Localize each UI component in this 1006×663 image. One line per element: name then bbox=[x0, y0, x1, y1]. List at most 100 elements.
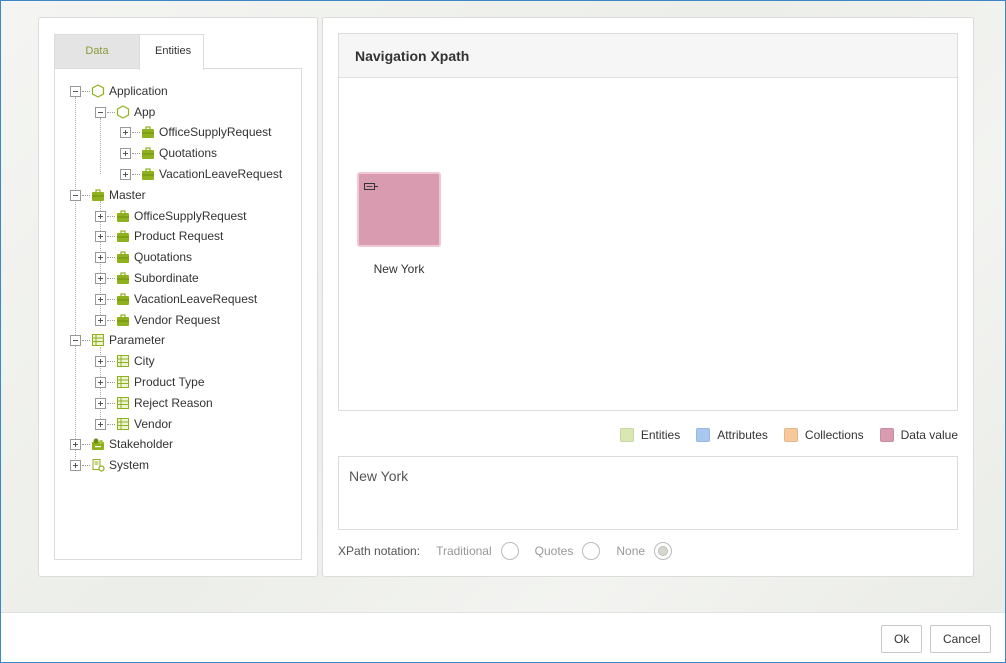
tree-connector bbox=[100, 118, 101, 174]
tree-node-label: Application bbox=[109, 84, 168, 98]
expand-toggle[interactable] bbox=[95, 314, 106, 326]
users-icon bbox=[92, 438, 104, 450]
entities-panel: Data Model Entities Application App bbox=[38, 17, 318, 577]
option-label: Traditional bbox=[436, 544, 492, 558]
option-label: None bbox=[616, 544, 646, 558]
cancel-button[interactable]: Cancel bbox=[930, 625, 991, 653]
tree-node-parameter-item[interactable]: Reject Reason bbox=[95, 393, 213, 413]
collapse-toggle[interactable] bbox=[95, 106, 106, 118]
tree-node-master[interactable]: Master bbox=[70, 185, 146, 205]
briefcase-icon bbox=[117, 210, 129, 222]
tree-node-parameter-item[interactable]: Product Type bbox=[95, 372, 205, 392]
tree-node-label: Quotations bbox=[159, 146, 218, 160]
dialog-footer: Ok Cancel bbox=[1, 612, 1005, 662]
tree-node-entity[interactable]: Quotations bbox=[95, 247, 192, 267]
expand-toggle[interactable] bbox=[120, 126, 131, 138]
expand-toggle[interactable] bbox=[95, 293, 106, 305]
expand-toggle[interactable] bbox=[120, 168, 131, 180]
tab-entities[interactable]: Entities bbox=[139, 34, 204, 70]
tab-data-model[interactable]: Data Model bbox=[54, 34, 139, 90]
collapse-toggle[interactable] bbox=[70, 85, 81, 97]
briefcase-icon bbox=[117, 314, 129, 326]
expand-toggle[interactable] bbox=[95, 251, 106, 263]
tree-node-label: Parameter bbox=[109, 333, 166, 347]
legend-swatch bbox=[879, 428, 894, 442]
collapse-toggle[interactable] bbox=[70, 334, 81, 346]
ok-button[interactable]: Ok bbox=[881, 625, 922, 653]
tree-node-entity[interactable]: VacationLeaveRequest bbox=[120, 164, 282, 184]
expand-toggle[interactable] bbox=[95, 272, 106, 284]
hexagon-icon bbox=[116, 105, 130, 119]
table-icon bbox=[92, 334, 104, 346]
node-label: New York bbox=[373, 262, 425, 276]
collapse-toggle[interactable] bbox=[70, 189, 81, 201]
system-settings-icon bbox=[92, 459, 105, 472]
briefcase-icon bbox=[117, 293, 129, 305]
tree-node-label: VacationLeaveRequest bbox=[159, 167, 283, 181]
xpath-notation: XPath notation: Traditional Quotes None bbox=[338, 542, 688, 560]
dialog-window: Data Model Entities Application App bbox=[0, 0, 1006, 663]
tree-connector bbox=[75, 97, 76, 465]
legend-entities: Entities bbox=[619, 428, 681, 442]
expand-toggle[interactable] bbox=[120, 147, 131, 159]
notation-option-traditional[interactable]: Traditional bbox=[436, 542, 519, 560]
tree-node-entity[interactable]: Vendor Request bbox=[95, 310, 220, 330]
legend-swatch bbox=[696, 428, 711, 442]
expand-toggle[interactable] bbox=[70, 459, 81, 471]
table-icon bbox=[117, 397, 129, 409]
value-tag-icon bbox=[364, 183, 378, 190]
expand-toggle[interactable] bbox=[95, 397, 106, 409]
tree-node-parameter[interactable]: Parameter bbox=[70, 330, 165, 350]
tree-node-entity[interactable]: OfficeSupplyRequest bbox=[95, 206, 247, 226]
tree-node-parameter-item[interactable]: City bbox=[95, 351, 155, 371]
expand-toggle[interactable] bbox=[95, 210, 106, 222]
tree-node-label: Reject Reason bbox=[134, 396, 213, 410]
tree-node-label: Stakeholder bbox=[109, 437, 174, 451]
hexagon-icon bbox=[91, 84, 105, 98]
data-value-node[interactable] bbox=[357, 172, 441, 247]
tree-node-entity[interactable]: OfficeSupplyRequest bbox=[120, 122, 272, 142]
expand-toggle[interactable] bbox=[95, 376, 106, 388]
tree-node-label: App bbox=[134, 105, 156, 119]
tree-node-entity[interactable]: VacationLeaveRequest bbox=[95, 289, 257, 309]
tree-node-label: Quotations bbox=[134, 250, 193, 264]
expand-toggle[interactable] bbox=[95, 418, 106, 430]
tree-node-label: Vendor bbox=[134, 417, 173, 431]
tree-node-application[interactable]: Application bbox=[70, 81, 168, 101]
legend-swatch bbox=[783, 428, 798, 442]
expand-toggle[interactable] bbox=[95, 355, 106, 367]
notation-option-none[interactable]: None bbox=[616, 542, 673, 560]
radio-none[interactable] bbox=[654, 542, 673, 560]
radio-traditional[interactable] bbox=[500, 542, 519, 560]
briefcase-icon bbox=[92, 189, 104, 201]
briefcase-icon bbox=[117, 251, 129, 263]
legend-label: Collections bbox=[804, 428, 864, 442]
tree-node-stakeholder[interactable]: Stakeholder bbox=[70, 434, 173, 454]
legend-label: Entities bbox=[640, 428, 681, 442]
table-icon bbox=[117, 418, 129, 430]
tab-bar: Data Model Entities bbox=[54, 34, 204, 90]
tree-node-label: Vendor Request bbox=[134, 313, 221, 327]
radio-quotes[interactable] bbox=[582, 542, 601, 560]
notation-label: XPath notation: bbox=[338, 544, 421, 558]
tree-node-label: VacationLeaveRequest bbox=[134, 292, 258, 306]
notation-option-quotes[interactable]: Quotes bbox=[535, 542, 601, 560]
tree-node-label: Subordinate bbox=[134, 271, 199, 285]
xpath-result-field[interactable]: New York bbox=[338, 456, 958, 530]
briefcase-icon bbox=[142, 126, 154, 138]
tree-node-system[interactable]: System bbox=[70, 455, 149, 475]
briefcase-icon bbox=[117, 272, 129, 284]
expand-toggle[interactable] bbox=[95, 230, 106, 242]
tree-node-label: System bbox=[109, 458, 150, 472]
tree-node-entity[interactable]: Product Request bbox=[95, 226, 223, 246]
tree-node-label: OfficeSupplyRequest bbox=[134, 209, 247, 223]
tree-node-label: City bbox=[134, 354, 155, 368]
tree-node-parameter-item[interactable]: Vendor bbox=[95, 414, 172, 434]
tree-node-entity[interactable]: Quotations bbox=[120, 143, 217, 163]
legend: Entities Attributes Collections Data val… bbox=[619, 428, 958, 442]
tree-node-label: OfficeSupplyRequest bbox=[159, 125, 272, 139]
tree-node-app[interactable]: App bbox=[95, 102, 155, 122]
xpath-title: Navigation Xpath bbox=[339, 34, 957, 78]
tree-node-entity[interactable]: Subordinate bbox=[95, 268, 199, 288]
expand-toggle[interactable] bbox=[70, 438, 81, 450]
